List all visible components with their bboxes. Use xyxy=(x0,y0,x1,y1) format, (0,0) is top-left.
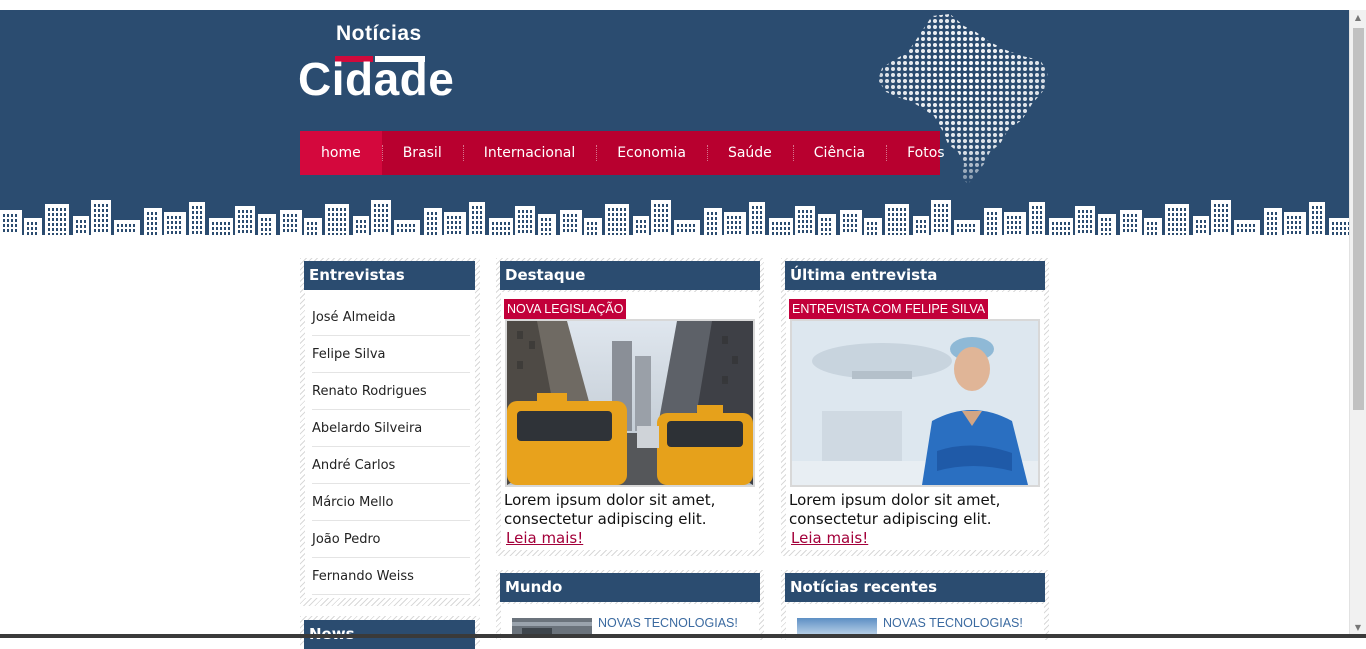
recent-news-box: Notícias recentes NOVAS TECNOLOGIAS! xyxy=(781,570,1049,644)
interview-read-more-link[interactable]: Leia mais! xyxy=(791,529,868,547)
highlight-box: Destaque NOVA LEGISLAÇÃO Lorem ipsum dol… xyxy=(496,258,764,556)
interview-item[interactable]: Fernando Weiss xyxy=(312,558,470,595)
nav-economia[interactable]: Economia xyxy=(596,131,707,175)
interviews-title: Entrevistas xyxy=(304,261,475,290)
latest-interview-box: Última entrevista ENTREVISTA COM FELIPE … xyxy=(781,258,1049,556)
taxi-photo[interactable] xyxy=(505,319,755,487)
scroll-thumb[interactable] xyxy=(1353,28,1364,410)
highlight-summary: Lorem ipsum dolor sit amet, consectetur … xyxy=(504,491,716,528)
interview-item[interactable]: João Pedro xyxy=(312,521,470,558)
interview-tag: ENTREVISTA COM FELIPE SILVA xyxy=(789,299,989,319)
interview-item[interactable]: Abelardo Silveira xyxy=(312,410,470,447)
interview-item[interactable]: José Almeida xyxy=(312,299,470,336)
nav-saude[interactable]: Saúde xyxy=(706,131,793,175)
latest-interview-title: Última entrevista xyxy=(785,261,1045,290)
interview-summary: Lorem ipsum dolor sit amet, consectetur … xyxy=(789,491,1001,528)
logo-noticias[interactable]: Notícias xyxy=(336,22,422,46)
scroll-up-arrow-icon[interactable]: ▲ xyxy=(1350,10,1366,26)
interview-item[interactable]: André Carlos xyxy=(312,447,470,484)
interviews-box: Entrevistas José Almeida Felipe Silva Re… xyxy=(300,258,480,606)
recent-news-item-link[interactable]: NOVAS TECNOLOGIAS! xyxy=(883,616,1023,630)
world-box: Mundo NOVAS TECNOLOGIAS! xyxy=(496,570,764,644)
world-item-link[interactable]: NOVAS TECNOLOGIAS! xyxy=(598,616,738,630)
nav-fotos[interactable]: Fotos xyxy=(886,131,965,175)
interview-item[interactable]: Renato Rodrigues xyxy=(312,373,470,410)
logo-cidade[interactable]: Cidade xyxy=(298,52,454,106)
page-scrollbar[interactable]: ▲ ▼ xyxy=(1349,10,1366,636)
highlight-title: Destaque xyxy=(500,261,760,290)
news-box: News xyxy=(300,616,480,649)
site-header: Notícias Cidade home Brasil Internaciona… xyxy=(0,10,1349,238)
highlight-read-more-link[interactable]: Leia mais! xyxy=(506,529,583,547)
nav-brasil[interactable]: Brasil xyxy=(381,131,463,175)
window-bottom-edge xyxy=(0,634,1366,638)
nav-internacional[interactable]: Internacional xyxy=(462,131,597,175)
recent-news-title: Notícias recentes xyxy=(785,573,1045,602)
browser-top-strip xyxy=(0,0,1366,10)
world-title: Mundo xyxy=(500,573,760,602)
interview-item[interactable]: Felipe Silva xyxy=(312,336,470,373)
main-nav: home Brasil Internacional Economia Saúde… xyxy=(300,131,945,175)
nav-home[interactable]: home xyxy=(300,131,382,175)
city-skyline xyxy=(0,200,1349,238)
nav-ciencia[interactable]: Ciência xyxy=(792,131,886,175)
doctor-photo[interactable] xyxy=(790,319,1040,487)
highlight-tag: NOVA LEGISLAÇÃO xyxy=(504,299,627,319)
interview-item[interactable]: Márcio Mello xyxy=(312,484,470,521)
